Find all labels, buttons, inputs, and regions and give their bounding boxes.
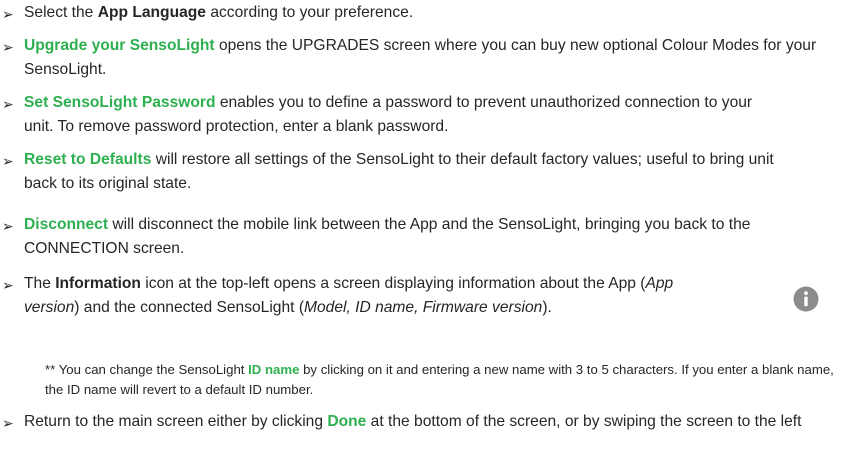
green-term: Upgrade your SensoLight — [24, 37, 215, 54]
bullet-text: Return to the main screen either by clic… — [24, 413, 802, 430]
footnote: ** You can change the SensoLight ID name… — [45, 362, 834, 397]
bold-term: App Language — [97, 4, 206, 21]
arrow-bullet-icon: ➢ — [2, 39, 14, 55]
green-term: Disconnect — [24, 216, 109, 233]
green-term: Done — [327, 413, 367, 430]
arrow-bullet-icon: ➢ — [2, 6, 14, 22]
green-term: Reset to Defaults — [24, 151, 152, 168]
arrow-bullet-icon: ➢ — [2, 277, 14, 293]
document-page: ➢ Select the App Language according to y… — [0, 0, 859, 461]
green-term: ID name — [248, 362, 300, 377]
arrow-bullet-icon: ➢ — [2, 96, 14, 112]
bullet-text: Select the App Language according to you… — [24, 4, 414, 21]
arrow-bullet-icon: ➢ — [2, 153, 14, 169]
arrow-bullet-icon: ➢ — [2, 218, 14, 234]
bullet-text: Disconnect will disconnect the mobile li… — [24, 216, 751, 257]
bold-term: Information — [55, 275, 141, 292]
bullet-text: Upgrade your SensoLight opens the UPGRAD… — [24, 37, 817, 78]
info-circle-icon — [793, 286, 819, 312]
bullet-text: The Information icon at the top-left ope… — [24, 275, 674, 316]
arrow-bullet-icon: ➢ — [2, 415, 14, 431]
bullet-text: Set SensoLight Password enables you to d… — [24, 94, 753, 135]
green-term: Set SensoLight Password — [24, 94, 216, 111]
bullet-text: Reset to Defaults will restore all setti… — [24, 151, 774, 192]
